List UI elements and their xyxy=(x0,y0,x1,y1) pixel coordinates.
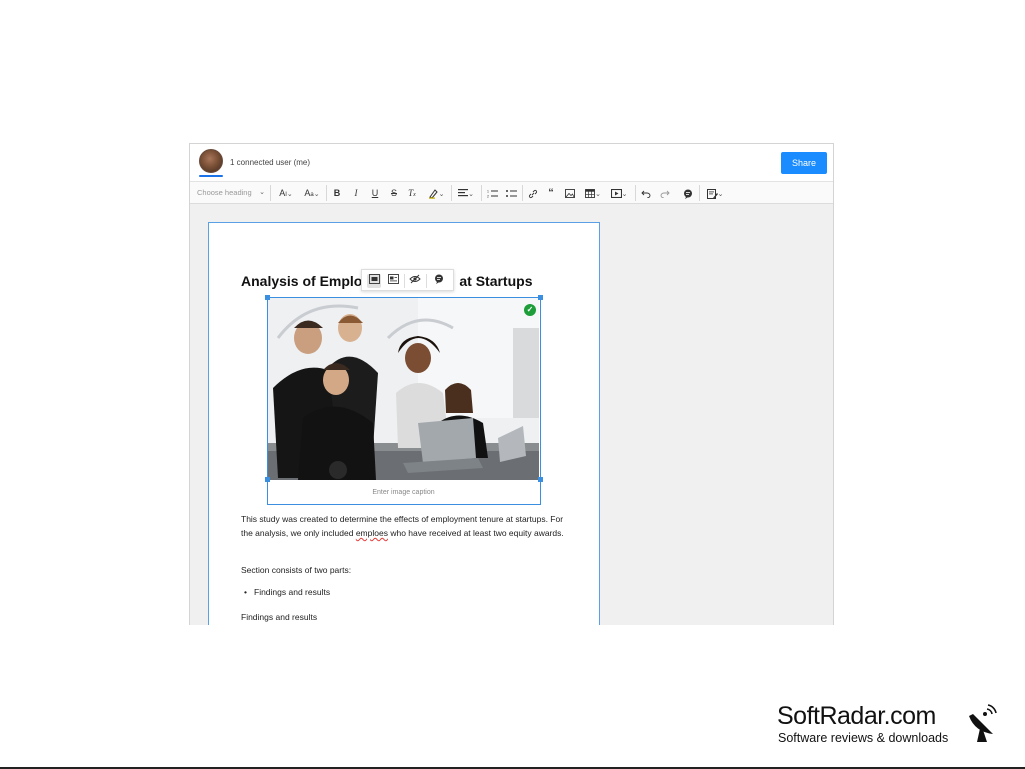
align-left-icon[interactable]: ⌄ xyxy=(456,186,476,200)
chevron-down-icon: ⌄ xyxy=(259,189,265,196)
check-circle-icon: ✓ xyxy=(524,304,536,316)
svg-text:1: 1 xyxy=(487,190,489,194)
comment-icon[interactable] xyxy=(682,186,694,200)
toolbar-divider xyxy=(451,185,452,201)
document-page[interactable]: Analysis of Emplo at Startups ✓ Enter im… xyxy=(208,222,600,625)
toolbar-divider xyxy=(699,185,700,201)
satellite-dish-icon xyxy=(969,704,997,742)
presence-bar: 1 connected user (me) Share xyxy=(190,144,833,182)
svg-text:2: 2 xyxy=(487,195,489,199)
resize-handle-bottom-right[interactable] xyxy=(538,477,543,482)
image-block-icon[interactable] xyxy=(386,274,400,288)
numbered-list-icon[interactable]: 12 xyxy=(486,186,498,200)
share-button[interactable]: Share xyxy=(781,152,827,174)
insert-image-icon[interactable] xyxy=(564,186,576,200)
highlight-icon[interactable]: ⌄ xyxy=(426,186,446,200)
image-contextual-toolbar xyxy=(361,269,454,291)
team-photo: ✓ xyxy=(268,298,539,480)
link-icon[interactable] xyxy=(527,186,539,200)
watermark-tagline: Software reviews & downloads xyxy=(778,731,949,745)
strikethrough-icon[interactable]: S xyxy=(388,186,400,200)
toolbar-divider xyxy=(481,185,482,201)
bold-icon[interactable]: B xyxy=(331,186,343,200)
track-changes-icon[interactable]: ⌄ xyxy=(704,186,726,200)
resize-handle-bottom-left[interactable] xyxy=(265,477,270,482)
title-end: at Startups xyxy=(459,273,533,289)
heading-dropdown-label: Choose heading xyxy=(197,188,252,197)
resize-handle-top-right[interactable] xyxy=(538,295,543,300)
softradar-watermark: SoftRadar.com Software reviews & downloa… xyxy=(777,702,1017,752)
collaborative-editor: 1 connected user (me) Share Choose headi… xyxy=(189,143,834,625)
image-toolbar-divider xyxy=(426,274,427,288)
toolbar-divider xyxy=(326,185,327,201)
insert-media-icon[interactable]: ⌄ xyxy=(608,186,630,200)
misspelled-word[interactable]: emploes xyxy=(356,528,388,538)
title-start: Analysis of Emplo xyxy=(241,273,363,289)
heading-dropdown[interactable]: Choose heading ⌄ xyxy=(197,186,265,200)
blockquote-icon[interactable]: “ xyxy=(545,186,557,200)
resize-handle-top-left[interactable] xyxy=(265,295,270,300)
redo-icon[interactable] xyxy=(659,186,671,200)
undo-icon[interactable] xyxy=(640,186,652,200)
bulleted-list-icon[interactable] xyxy=(505,186,517,200)
toolbar-divider xyxy=(522,185,523,201)
image-caption[interactable]: Enter image caption xyxy=(268,484,539,502)
editor-toolbar: Choose heading ⌄ AI⌄ Aa⌄ B I U S Tx ⌄ ⌄ … xyxy=(190,182,833,204)
findings-paragraph[interactable]: Findings and results xyxy=(241,610,571,624)
font-size-icon[interactable]: AI⌄ xyxy=(276,186,296,200)
sections-paragraph[interactable]: Section consists of two parts: xyxy=(241,563,571,577)
italic-icon[interactable]: I xyxy=(350,186,362,200)
image-inline-icon[interactable] xyxy=(367,274,381,288)
watermark-name: SoftRadar.com xyxy=(777,702,936,730)
image-figure[interactable]: ✓ Enter image caption xyxy=(265,295,543,505)
image-comment-icon[interactable] xyxy=(432,274,446,288)
insert-table-icon[interactable]: ⌄ xyxy=(583,186,603,200)
toolbar-divider xyxy=(270,185,271,201)
intro-text-b: who have received at least two equity aw… xyxy=(387,528,564,538)
document-canvas: Analysis of Emplo at Startups ✓ Enter im… xyxy=(190,204,833,625)
remove-format-icon[interactable]: Tx xyxy=(406,186,418,200)
intro-paragraph[interactable]: This study was created to determine the … xyxy=(241,512,571,540)
underline-icon[interactable]: U xyxy=(369,186,381,200)
list-item[interactable]: Findings and results xyxy=(244,587,330,597)
user-avatar[interactable] xyxy=(199,149,223,173)
connected-users-text: 1 connected user (me) xyxy=(230,158,311,167)
toggle-alt-text-icon[interactable] xyxy=(408,274,422,288)
toolbar-divider xyxy=(635,185,636,201)
font-family-icon[interactable]: Aa⌄ xyxy=(302,186,322,200)
image-toolbar-divider xyxy=(404,274,405,288)
avatar-indicator xyxy=(199,175,223,177)
